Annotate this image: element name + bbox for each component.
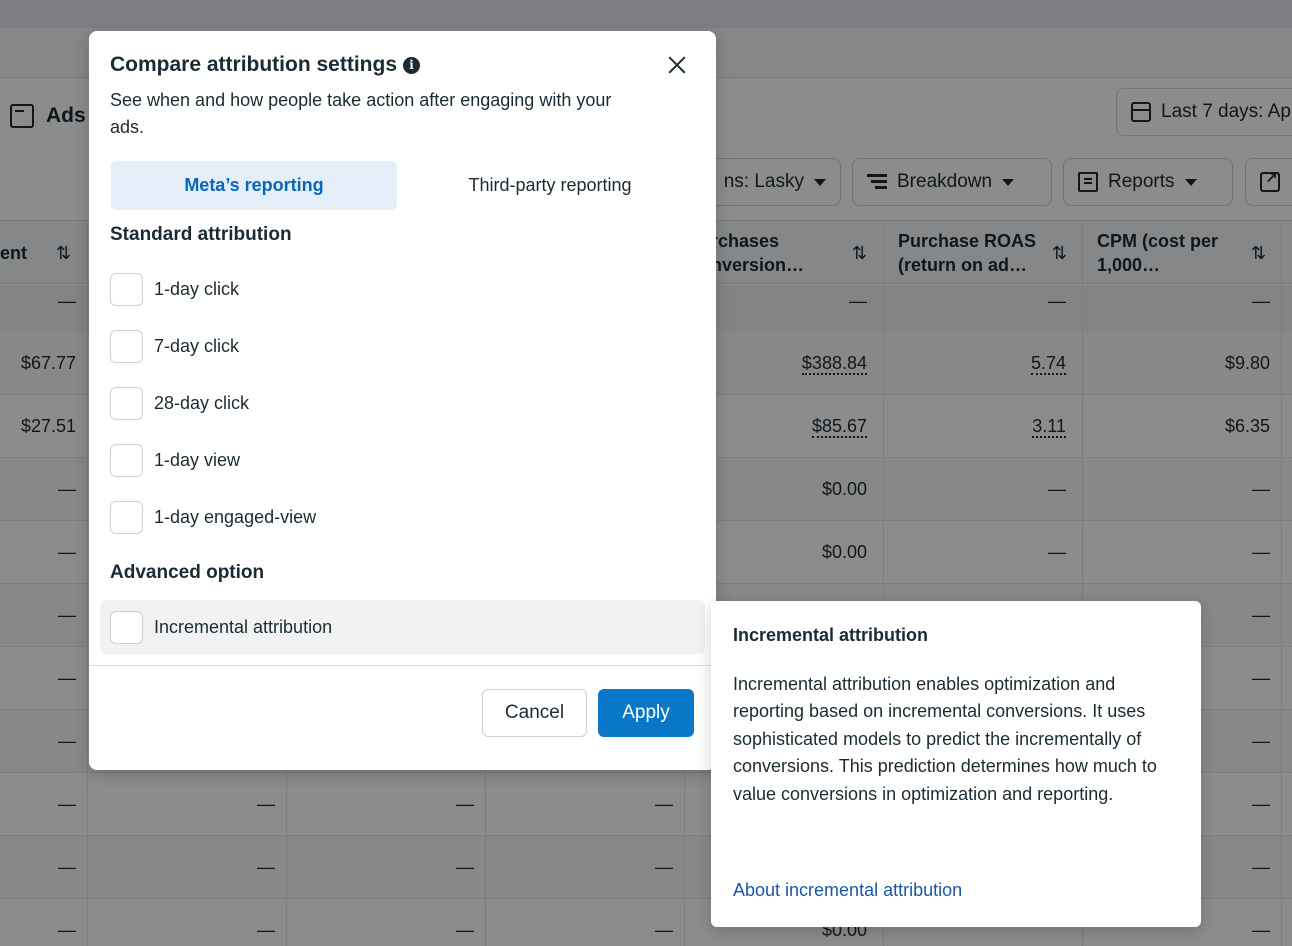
option-label: 1-day view — [154, 450, 241, 470]
cancel-button[interactable]: Cancel — [482, 689, 587, 737]
compare-attribution-dialog: Compare attribution settings i See when … — [89, 31, 716, 770]
checkbox[interactable] — [110, 501, 143, 534]
option-label: 1-day click — [154, 279, 240, 299]
dialog-subtitle: See when and how people take action afte… — [110, 90, 612, 137]
close-icon[interactable] — [663, 51, 691, 79]
info-icon[interactable]: i — [403, 56, 421, 74]
standard-attribution-heading: Standard attribution — [110, 224, 292, 245]
dialog-title: Compare attribution settings — [110, 53, 398, 76]
option-label: 7-day click — [154, 336, 240, 356]
checkbox[interactable] — [110, 273, 143, 306]
option-label: Incremental attribution — [154, 616, 333, 637]
option-1-day-view[interactable]: 1-day view — [110, 444, 240, 477]
option-28-day-click[interactable]: 28-day click — [110, 387, 249, 420]
option-1-day-click[interactable]: 1-day click — [110, 273, 239, 306]
checkbox[interactable] — [110, 387, 143, 420]
tab-metas-reporting[interactable]: Meta’s reporting — [111, 161, 397, 210]
tooltip-title: Incremental attribution — [733, 625, 929, 645]
option-7-day-click[interactable]: 7-day click — [110, 330, 239, 363]
option-incremental-attribution[interactable]: Incremental attribution — [100, 600, 705, 654]
footer-divider — [89, 665, 716, 666]
tooltip-body: Incremental attribution enables optimiza… — [733, 674, 1157, 804]
option-label: 1-day engaged-view — [154, 507, 317, 527]
checkbox[interactable] — [110, 610, 143, 644]
checkbox[interactable] — [110, 444, 143, 477]
dialog-title-row: Compare attribution settings i — [110, 53, 421, 77]
about-incremental-attribution-link[interactable]: About incremental attribution — [733, 880, 962, 901]
apply-button[interactable]: Apply — [598, 689, 694, 737]
option-label: 28-day click — [154, 393, 250, 413]
incremental-attribution-tooltip: Incremental attribution Incremental attr… — [711, 601, 1201, 927]
advanced-option-heading: Advanced option — [110, 562, 265, 583]
option-1-day-engaged-view[interactable]: 1-day engaged-view — [110, 501, 316, 534]
checkbox[interactable] — [110, 330, 143, 363]
tab-third-party-reporting[interactable]: Third-party reporting — [407, 161, 693, 210]
